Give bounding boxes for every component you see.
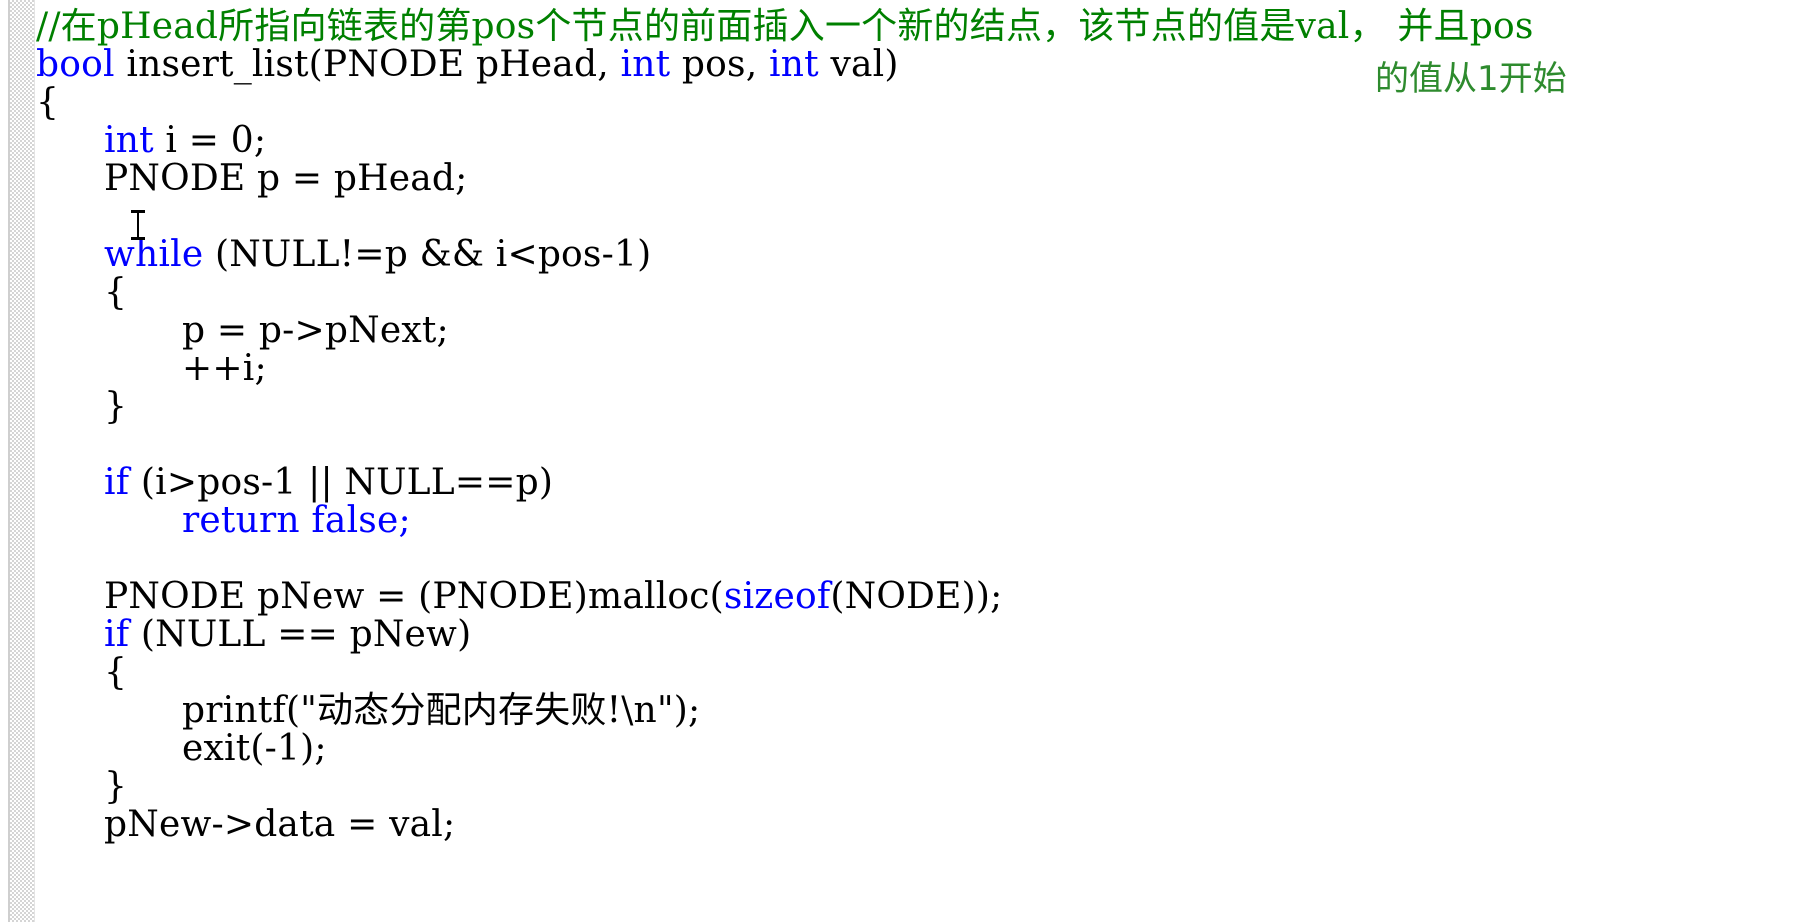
code-token-comment: val — [1295, 6, 1350, 47]
code-token-plain: pos, — [670, 44, 770, 85]
code-token-kw: bool — [36, 44, 115, 85]
code-token-comment: pHead — [96, 6, 219, 47]
code-token-plain: PNODE p = pHead; — [104, 158, 468, 199]
code-token-comment: 所指向链表的第 — [218, 6, 472, 47]
code-token-comment: pos — [1469, 6, 1534, 47]
code-token-plain: pNew->data = val; — [104, 804, 456, 845]
code-line[interactable]: PNODE pNew = (PNODE)malloc(sizeof(NODE))… — [36, 578, 1002, 616]
code-token-kw: while — [104, 234, 204, 275]
code-token-comment: 并且 — [1397, 6, 1470, 47]
code-token-comment: 个节点的前面插入一个新的结点，该节点的值是 — [535, 6, 1296, 47]
code-token-plain: } — [104, 766, 128, 807]
code-token-plain: (i>pos-1 || NULL==p) — [129, 462, 554, 503]
code-line[interactable]: printf("动态分配内存失败!\n"); — [36, 692, 700, 730]
code-token-comment: pos — [471, 6, 536, 47]
code-token-comment — [1386, 6, 1398, 47]
code-token-plain: (NULL!=p && i<pos-1) — [203, 234, 652, 275]
code-token-plain: } — [104, 386, 128, 427]
code-token-plain: insert_list(PNODE pHead, — [114, 44, 621, 85]
code-line[interactable]: PNODE p = pHead; — [36, 160, 468, 198]
code-line[interactable]: exit(-1); — [36, 730, 327, 768]
code-token-plain: { — [104, 272, 128, 313]
code-token-plain: printf(" — [182, 690, 317, 731]
code-editor-window[interactable]: //在pHead所指向链表的第pos个节点的前面插入一个新的结点，该节点的值是v… — [0, 0, 1794, 922]
code-line[interactable]: if (NULL == pNew) — [36, 616, 471, 654]
code-token-kw: int — [620, 44, 671, 85]
code-line[interactable]: { — [36, 654, 127, 692]
code-line[interactable]: } — [36, 388, 127, 426]
code-line[interactable]: { — [36, 84, 59, 122]
code-token-comment: ， — [1349, 6, 1386, 47]
code-token-kw: if — [104, 614, 130, 655]
code-line[interactable]: bool insert_list(PNODE pHead, int pos, i… — [36, 46, 899, 84]
code-token-plain: 动态分配内存失败 — [316, 690, 607, 731]
code-token-plain: i = 0; — [153, 120, 267, 161]
code-token-comment: // — [36, 6, 61, 47]
code-line[interactable]: { — [36, 274, 127, 312]
comment-wrap-continuation: 的值从1开始 — [1375, 59, 1567, 99]
code-token-kw: return false; — [182, 500, 411, 541]
code-line[interactable]: return false; — [36, 502, 411, 540]
code-token-plain: exit(-1); — [182, 728, 327, 769]
code-token-plain: { — [104, 652, 128, 693]
code-line[interactable]: } — [36, 768, 127, 806]
selection-margin-gutter[interactable] — [8, 0, 35, 922]
code-token-comment: 在 — [60, 6, 97, 47]
code-line[interactable]: ++i; — [36, 350, 267, 388]
code-token-kw: int — [104, 120, 154, 161]
code-line[interactable]: //在pHead所指向链表的第pos个节点的前面插入一个新的结点，该节点的值是v… — [36, 8, 1534, 46]
code-line[interactable]: if (i>pos-1 || NULL==p) — [36, 464, 553, 502]
code-token-plain: PNODE pNew = (PNODE)malloc( — [104, 576, 724, 617]
code-line[interactable] — [36, 198, 116, 236]
code-token-plain: p = p->pNext; — [182, 310, 449, 351]
code-token-kw: int — [769, 44, 819, 85]
code-token-plain: ++i; — [182, 348, 267, 389]
code-line[interactable]: int i = 0; — [36, 122, 266, 160]
code-token-plain: val) — [818, 44, 899, 85]
code-line[interactable] — [36, 426, 116, 464]
code-text-area[interactable]: //在pHead所指向链表的第pos个节点的前面插入一个新的结点，该节点的值是v… — [36, 0, 1794, 922]
editor-left-edge — [0, 0, 8, 922]
code-line[interactable] — [36, 540, 116, 578]
code-token-plain: (NULL == pNew) — [129, 614, 472, 655]
code-line[interactable]: while (NULL!=p && i<pos-1) — [36, 236, 651, 274]
code-line[interactable]: p = p->pNext; — [36, 312, 449, 350]
code-token-kw: if — [104, 462, 130, 503]
code-token-plain: (NODE)); — [830, 576, 1003, 617]
code-token-kw: sizeof — [723, 576, 831, 617]
code-token-plain: { — [36, 82, 60, 123]
code-line[interactable]: pNew->data = val; — [36, 806, 455, 844]
code-token-plain: !\n"); — [606, 690, 701, 731]
